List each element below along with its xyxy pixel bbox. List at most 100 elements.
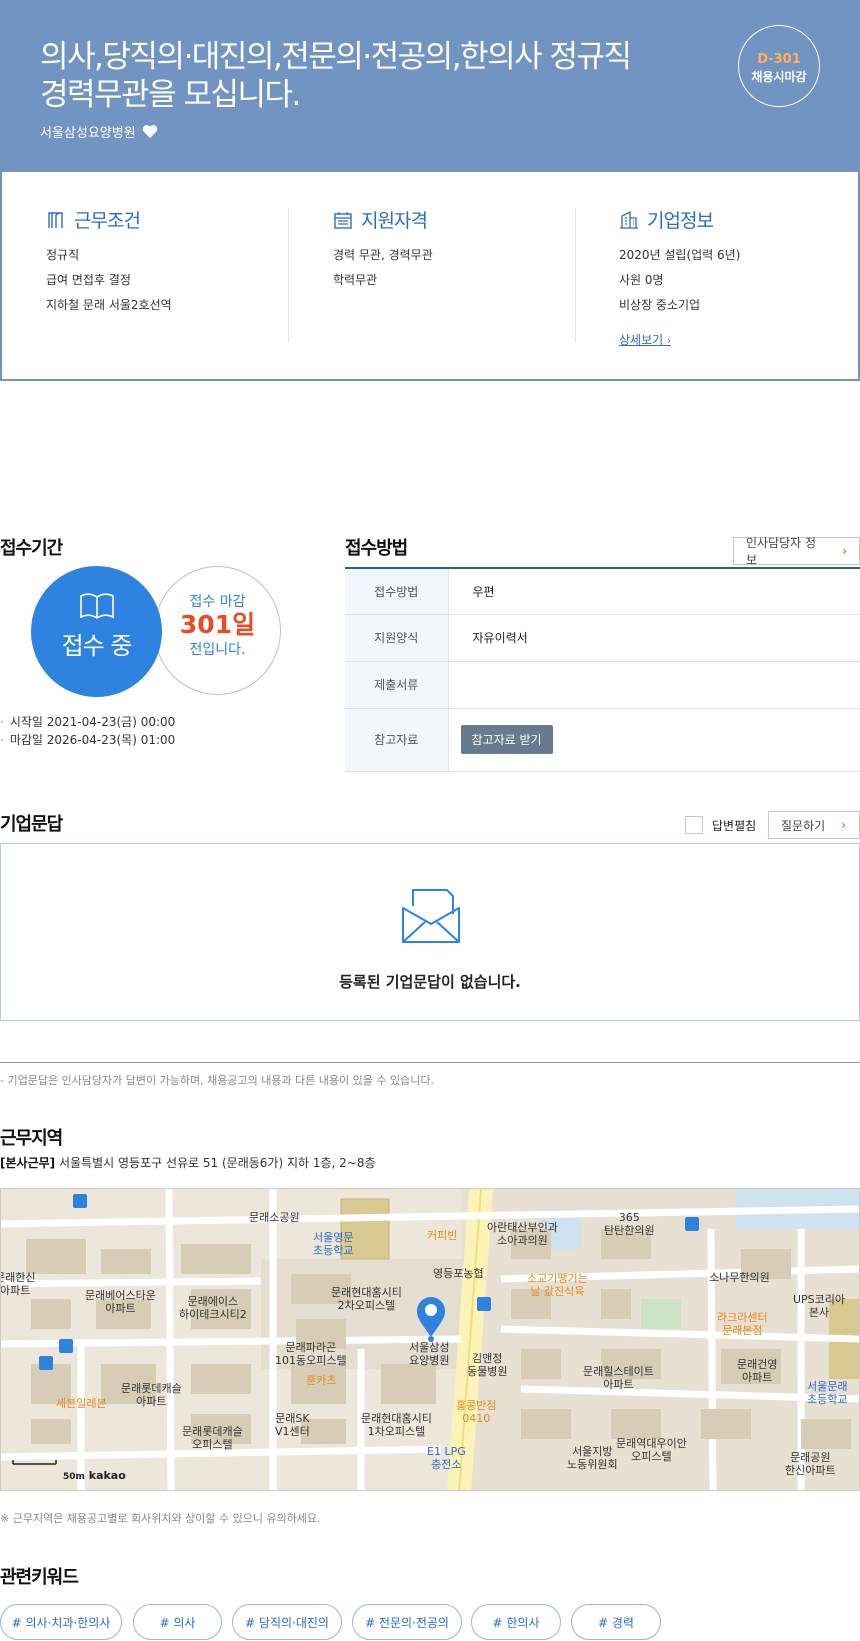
period-title: 접수기간	[0, 538, 63, 559]
experience: 경력 무관, 경력무관	[333, 248, 433, 262]
period-dates: 시작일 2021-04-23(금) 00:00 마감일 2026-04-23(목…	[0, 713, 175, 749]
ask-question-button[interactable]: 질문하기 ›	[768, 811, 860, 839]
remaining-days: 301일	[179, 610, 256, 639]
location-title: 근무지역	[0, 1128, 63, 1149]
map-label: 365 탄탄한의원	[604, 1211, 655, 1237]
map-label: 세븐일레븐	[56, 1397, 107, 1410]
job-summary: 근무조건 정규직 급여 면접후 결정 지하철 문래 서울2호선역 지원자격 경력…	[0, 172, 860, 381]
map-label: 문래파라곤 101동오피스텔	[275, 1341, 347, 1367]
map-label: 훈카츠	[306, 1374, 337, 1387]
map-label: 아란태산부인과 소아과의원	[487, 1221, 558, 1247]
status-circle: 접수 중	[31, 566, 162, 697]
map-label: 서울문래 초등학교	[807, 1380, 848, 1406]
company-info: 기업정보 2020년 설립(업력 6년) 사원 0명 비상장 중소기업 상세보기…	[619, 206, 740, 354]
dday-count: D-301	[757, 52, 801, 67]
book-icon	[79, 593, 114, 619]
map-label: 문래SK V1센터	[275, 1412, 310, 1438]
founded: 2020년 설립(업력 6년)	[619, 248, 741, 262]
keywords-title: 관련키워드	[0, 1567, 79, 1588]
keyword-tag[interactable]: # 전문의·전공의	[352, 1604, 462, 1640]
divider	[288, 208, 289, 342]
map-label: 문래에이스 하이테크시티2	[179, 1295, 247, 1321]
map-label: 서울지방 노동위원회	[567, 1445, 618, 1471]
map-label: 서울삼성 요양병원	[409, 1341, 450, 1367]
qualifications-title: 지원자격	[333, 206, 433, 233]
work-conditions-title: 근무조건	[46, 206, 172, 233]
deadline-type: 채용시마감	[751, 70, 807, 84]
dday-badge: D-301 채용시마감	[738, 25, 820, 107]
map-label: 문래공원 한신아파트	[785, 1451, 836, 1477]
table-row: 접수방법 우편	[345, 568, 860, 615]
heart-icon[interactable]	[142, 124, 158, 139]
keyword-tag[interactable]: # 한의사	[471, 1604, 561, 1640]
keyword-tag[interactable]: # 당직의·대진의	[232, 1604, 342, 1640]
apply-method-value: 우편	[448, 568, 860, 615]
job-title: 의사,당직의·대진의,전문의·전공의,한의사 정규직 경력무관을 모십니다.	[40, 38, 632, 114]
map-label: 문래힐스테이트 아파트	[583, 1365, 654, 1391]
apply-method-table: 접수방법 우편 지원양식 자유이력서 제출서류 참고자료 참고자료 받기	[345, 567, 860, 772]
map-label: 문래롯데캐슬 아파트	[121, 1382, 182, 1408]
map-label: 문래건영 아파트	[737, 1358, 778, 1384]
qa-empty-message: 등록된 기업문답이 없습니다.	[339, 973, 521, 991]
documents-value	[448, 661, 860, 709]
keyword-tag[interactable]: # 의사	[133, 1604, 222, 1640]
map-label: 문래베어스타운 아파트	[85, 1289, 156, 1315]
map-label: 영등포농협	[433, 1267, 484, 1280]
map-label: UPS코리아 본사	[793, 1293, 846, 1319]
table-row: 제출서류	[345, 661, 860, 709]
company-name[interactable]: 서울삼성요양병원	[40, 122, 136, 141]
remaining-circle: 접수 마감 301일 전입니다.	[154, 566, 281, 695]
unfold-answers-label[interactable]: 답변펼침	[712, 817, 756, 834]
table-row: 참고자료 참고자료 받기	[345, 708, 860, 772]
map-scale: 50m kakao	[63, 1469, 126, 1482]
address-text: 서울특별시 영등포구 선유로 51 (문래동6가) 지하 1층, 2~8층	[58, 1156, 376, 1170]
work-type: 정규직	[46, 248, 80, 262]
job-header: 의사,당직의·대진의,전문의·전공의,한의사 정규직 경력무관을 모십니다. 서…	[0, 0, 860, 172]
work-conditions: 근무조건 정규직 급여 면접후 결정 지하철 문래 서울2호선역	[46, 206, 172, 318]
map-label: 문래현대홈시티 1차오피스텔	[361, 1412, 432, 1438]
qualifications: 지원자격 경력 무관, 경력무관 학력무관	[333, 206, 433, 293]
map-label: 문래소공원	[249, 1211, 300, 1224]
job-title-line1: 의사,당직의·대진의,전문의·전공의,한의사 정규직	[40, 39, 632, 75]
job-title-line2: 경력무관을 모십니다.	[40, 77, 301, 113]
divider	[0, 1062, 860, 1063]
download-reference-button[interactable]: 참고자료 받기	[460, 725, 553, 754]
map-label: 홍콩반점 0410	[456, 1399, 497, 1425]
map-label: 김앤정 동물병원	[467, 1352, 508, 1378]
location-note: ※ 근무지역은 채용공고별로 회사위치와 상이할 수 있으니 유의하세요.	[0, 1512, 321, 1525]
envelope-icon	[402, 889, 460, 943]
chevron-right-icon: ›	[842, 544, 847, 558]
kakao-logo: kakao	[88, 1469, 126, 1482]
salary: 급여 면접후 결정	[46, 273, 131, 287]
calendar-icon	[334, 211, 352, 229]
work-address: [본사근무] 서울특별시 영등포구 선유로 51 (문래동6가) 지하 1층, …	[0, 1156, 376, 1170]
keyword-tag[interactable]: # 의사·치과·한의사	[0, 1604, 122, 1640]
end-date: 마감일 2026-04-23(목) 01:00	[0, 731, 175, 749]
education: 학력무관	[333, 273, 378, 287]
map-label: 소교기땡기는 날 값진식육	[527, 1272, 588, 1298]
hr-info-button[interactable]: 인사담당자 정보 ›	[733, 536, 860, 567]
unfold-answers-checkbox[interactable]	[685, 816, 703, 834]
divider	[575, 208, 576, 342]
map-label: 커피빈	[427, 1229, 458, 1242]
resume-form-value: 자유이력서	[448, 614, 860, 662]
location-map[interactable]: 문래소공원 서울영문 초등학교 커피빈 아란태산부인과 소아과의원 365 탄탄한의원…	[0, 1188, 860, 1491]
employees: 사원 0명	[619, 273, 664, 287]
apply-status: 접수 중	[61, 632, 133, 660]
qa-note: - 기업문답은 인사담당자가 답변이 가능하며, 채용공고의 내용과 다른 내용…	[0, 1074, 434, 1087]
start-date: 시작일 2021-04-23(금) 00:00	[0, 713, 175, 731]
qa-title: 기업문답	[0, 814, 63, 835]
door-icon	[48, 211, 63, 228]
map-label: 서울영문 초등학교	[313, 1231, 354, 1257]
map-label: E1 LPG 충전소	[427, 1445, 466, 1471]
company-name-row: 서울삼성요양병원	[40, 122, 158, 141]
map-label: 문래롯데캐슬 오피스텔	[182, 1425, 243, 1451]
map-label: 소나무한의원	[709, 1271, 770, 1284]
chevron-right-icon: ›	[667, 336, 671, 347]
company-detail-link[interactable]: 상세보기 ›	[619, 328, 740, 354]
keyword-tag[interactable]: # 경력	[571, 1604, 661, 1640]
subway: 지하철 문래 서울2호선역	[46, 298, 172, 312]
building-icon	[620, 210, 638, 229]
map-label: 라크라센터 문래본점	[717, 1311, 768, 1337]
map-label: 문래역대우이안 오피스텔	[616, 1437, 687, 1463]
